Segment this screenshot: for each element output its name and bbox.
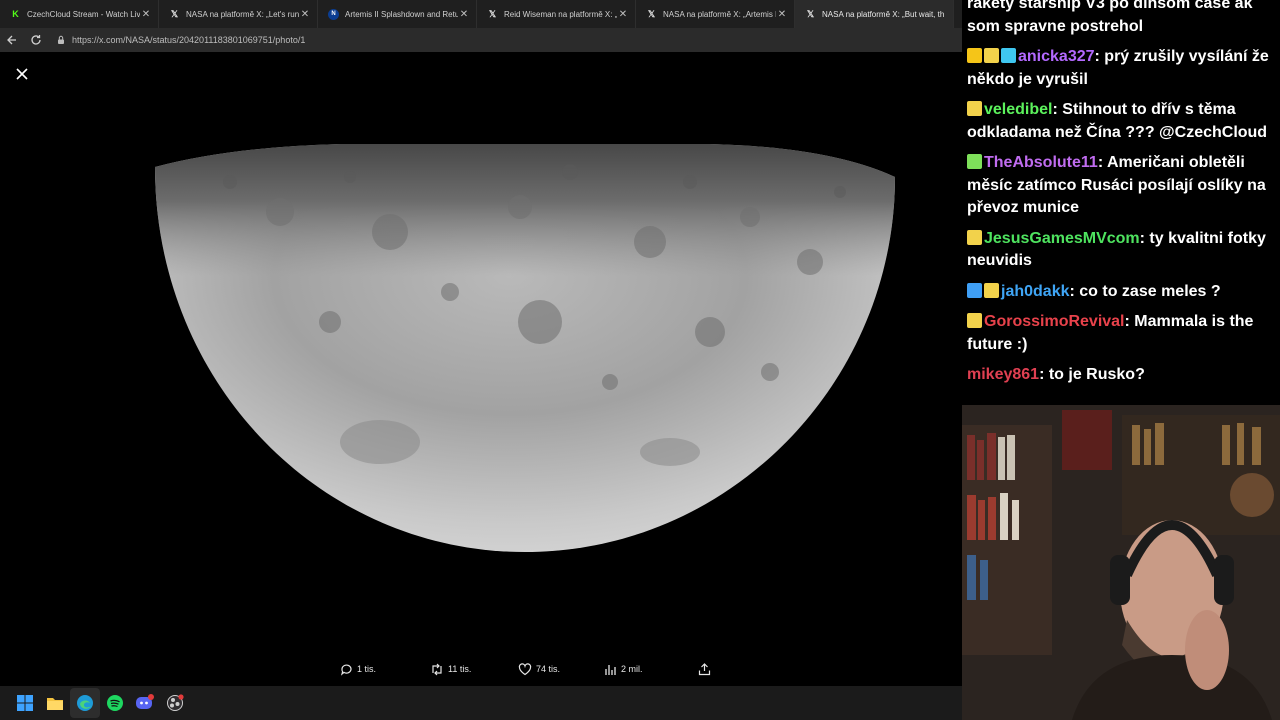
tab-label: NASA na platformě X: „Let's run th <box>186 9 299 19</box>
webcam-image <box>962 405 1280 720</box>
taskbar-spotify[interactable] <box>100 688 130 718</box>
taskbar-file-explorer[interactable] <box>40 688 70 718</box>
reply-icon <box>340 663 352 676</box>
share-button[interactable] <box>698 662 715 676</box>
post-action-bar: 1 tis. 11 tis. 74 tis. 2 mil. <box>340 659 720 679</box>
reply-count: 1 tis. <box>357 664 377 674</box>
chat-username[interactable]: anicka327 <box>1018 48 1095 65</box>
close-tab-icon[interactable]: ✕ <box>776 9 788 20</box>
browser-window: K CzechCloud Stream - Watch Live o ✕ 𝕏 N… <box>0 0 962 686</box>
chat-message: rakety starship V3 po dlhšom čase ak som… <box>967 0 1274 38</box>
chat-message: JesusGamesMVcom: ty kvalitni fotky neuvi… <box>967 229 1266 269</box>
x-icon: 𝕏 <box>170 8 179 19</box>
chat-message: anicka327: prý zrušily vysílání že někdo… <box>967 48 1269 88</box>
chat-username[interactable]: mikey861 <box>967 366 1039 383</box>
chat-username[interactable]: GorossimoRevival <box>984 313 1125 330</box>
webcam-feed <box>962 405 1280 720</box>
taskbar-discord[interactable] <box>130 688 160 718</box>
close-tab-icon[interactable]: ✕ <box>140 9 152 20</box>
reload-icon <box>31 35 41 45</box>
back-arrow-icon <box>7 35 16 45</box>
views-button[interactable]: 2 mil. <box>604 663 698 676</box>
x-icon: 𝕏 <box>488 8 497 19</box>
moon-photo <box>155 144 895 552</box>
chat-message-text: to je Rusko? <box>1048 366 1145 383</box>
chat-message: TheAbsolute11: Američani obletěli měsíc … <box>967 154 1266 216</box>
tab-nasa-but-wait[interactable]: 𝕏 NASA na platformě X: „But wait, th <box>795 0 954 28</box>
chat-message-text: co to zase meles ? <box>1079 282 1221 300</box>
close-tab-icon[interactable]: ✕ <box>458 9 470 20</box>
tab-label: Artemis II Splashdown and Return <box>345 9 458 19</box>
start-button[interactable] <box>10 688 40 718</box>
chat-username[interactable]: TheAbsolute11 <box>984 154 1098 171</box>
tab-label: NASA na platformě X: „But wait, th <box>822 9 945 19</box>
browser-toolbar: https://x.com/NASA/status/20420111838010… <box>0 28 962 52</box>
discord-icon <box>136 694 154 709</box>
windows-icon <box>17 695 33 711</box>
views-chart-icon <box>605 664 616 675</box>
tab-bar: K CzechCloud Stream - Watch Live o ✕ 𝕏 N… <box>0 0 962 28</box>
address-bar[interactable]: https://x.com/NASA/status/20420111838010… <box>56 31 956 49</box>
chat-message: GorossimoRevival: Mammala is the future … <box>967 313 1254 353</box>
folder-icon <box>47 698 63 710</box>
close-viewer-button[interactable] <box>12 64 32 84</box>
blue-badge-icon <box>967 282 982 298</box>
gift-green-badge-icon <box>967 154 982 169</box>
tab-label: CzechCloud Stream - Watch Live o <box>27 9 140 19</box>
chat-message-text: rakety starship V3 po dlhšom čase ak som… <box>967 0 1253 35</box>
repost-count: 11 tis. <box>448 664 472 674</box>
share-icon <box>698 662 711 675</box>
tab-nasa-artemis[interactable]: 𝕏 NASA na platformě X: „Artemis II ✕ <box>636 0 795 28</box>
taskbar <box>0 686 962 720</box>
chat-username[interactable]: veledibel <box>984 101 1052 118</box>
reload-button[interactable] <box>24 28 48 52</box>
spotify-icon <box>107 695 123 711</box>
gift-badge-icon <box>984 48 999 63</box>
close-tab-icon[interactable]: ✕ <box>617 9 629 20</box>
chat-message: mikey861: to je Rusko? <box>967 366 1145 383</box>
photo-viewer: 1 tis. 11 tis. 74 tis. 2 mil. <box>0 52 962 686</box>
like-count: 74 tis. <box>536 664 561 674</box>
repost-icon <box>432 663 442 675</box>
nasa-icon: N <box>328 8 339 20</box>
taskbar-edge[interactable] <box>70 688 100 718</box>
tab-reid-wiseman[interactable]: 𝕏 Reid Wiseman na platformě X: „Ou ✕ <box>477 0 636 28</box>
screen: K CzechCloud Stream - Watch Live o ✕ 𝕏 N… <box>0 0 1280 720</box>
views-count: 2 mil. <box>621 664 643 674</box>
chat-username[interactable]: jah0dakk <box>1001 283 1069 300</box>
repost-button[interactable]: 11 tis. <box>430 663 518 676</box>
tab-label: Reid Wiseman na platformě X: „Ou <box>504 9 617 19</box>
cube-badge-icon <box>1001 48 1016 63</box>
gift-badge-icon <box>967 101 982 116</box>
tab-czechcloud-stream[interactable]: K CzechCloud Stream - Watch Live o ✕ <box>0 0 159 28</box>
edge-icon <box>77 695 93 711</box>
gift-badge-icon <box>967 229 982 245</box>
taskbar-obs[interactable] <box>160 688 190 718</box>
back-button[interactable] <box>0 28 24 52</box>
tab-nasa-lets-run[interactable]: 𝕏 NASA na platformě X: „Let's run th ✕ <box>159 0 318 28</box>
url-text: https://x.com/NASA/status/20420111838010… <box>72 35 306 45</box>
tab-label: NASA na platformě X: „Artemis II <box>663 9 776 19</box>
obs-icon <box>167 694 184 711</box>
x-icon: 𝕏 <box>647 8 656 19</box>
chat-message: jah0dakk: co to zase meles ? <box>967 281 1274 304</box>
reply-button[interactable]: 1 tis. <box>340 663 430 676</box>
heart-icon <box>518 662 532 675</box>
like-button[interactable]: 74 tis. <box>518 662 604 676</box>
gift-badge-icon <box>984 282 999 298</box>
tab-artemis-splashdown[interactable]: N Artemis II Splashdown and Return ✕ <box>318 0 477 28</box>
x-icon: 𝕏 <box>806 8 815 19</box>
site-info-icon[interactable] <box>56 35 66 45</box>
kick-icon: K <box>12 9 19 19</box>
gift-badge-icon <box>967 313 982 328</box>
crown-badge-icon <box>967 48 982 63</box>
close-icon <box>16 68 28 80</box>
chat-message: veledibel: Stihnout to dřív s těma odkla… <box>967 101 1268 141</box>
chat-username[interactable]: JesusGamesMVcom <box>984 230 1140 247</box>
stream-chat: rakety starship V3 po dlhšom čase ak som… <box>962 0 1280 405</box>
close-tab-icon[interactable]: ✕ <box>299 9 311 20</box>
